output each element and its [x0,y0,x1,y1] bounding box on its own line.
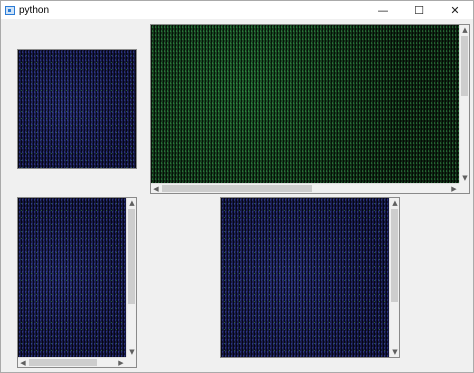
window-title: python [19,4,50,16]
minimize-icon: — [377,3,389,17]
image-panel-bottom-right[interactable]: ▲ ▼ [220,197,400,358]
vertical-scrollbar[interactable]: ▲ ▼ [389,198,399,357]
scroll-up-icon[interactable]: ▲ [460,25,469,35]
scroll-up-icon[interactable]: ▲ [127,198,136,208]
scroll-thumb[interactable] [29,359,97,366]
maximize-button[interactable]: ☐ [401,1,437,19]
scroll-thumb[interactable] [162,185,312,192]
scroll-right-icon[interactable]: ▶ [116,358,126,367]
python-window-icon [5,5,15,15]
scroll-thumb[interactable] [391,209,398,302]
close-button[interactable]: ✕ [437,1,473,19]
blue-matrix-glyphs [221,198,389,357]
scroll-left-icon[interactable]: ◀ [18,358,28,367]
green-matrix-glyphs [151,25,459,183]
scroll-up-icon[interactable]: ▲ [390,198,399,208]
scroll-corner [459,183,469,193]
minimize-button[interactable]: — [365,1,401,19]
scroll-thumb[interactable] [128,209,135,304]
horizontal-scrollbar[interactable]: ◀ ▶ [18,357,126,367]
blue-matrix-glyphs [18,50,136,168]
image-panel-bottom-left[interactable]: ▲ ▼ ◀ ▶ [17,197,137,368]
window-controls: — ☐ ✕ [365,1,473,19]
app-window: python — ☐ ✕ ▲ ▼ ◀ ▶ ▲ ▼ ◀ ▶ ▲ ▼ [0,0,474,373]
vertical-scrollbar[interactable]: ▲ ▼ [459,25,469,183]
horizontal-scrollbar[interactable]: ◀ ▶ [151,183,459,193]
scroll-down-icon[interactable]: ▼ [460,173,469,183]
maximize-icon: ☐ [414,3,424,17]
close-icon: ✕ [450,3,460,17]
scroll-down-icon[interactable]: ▼ [390,347,399,357]
scroll-left-icon[interactable]: ◀ [151,184,161,193]
scroll-thumb[interactable] [461,36,468,96]
blue-matrix-glyphs [18,198,126,357]
image-panel-small-top-left[interactable] [17,49,137,169]
scroll-right-icon[interactable]: ▶ [449,184,459,193]
scroll-down-icon[interactable]: ▼ [127,347,136,357]
image-panel-large-top-right[interactable]: ▲ ▼ ◀ ▶ [150,24,470,194]
vertical-scrollbar[interactable]: ▲ ▼ [126,198,136,357]
title-bar[interactable]: python — ☐ ✕ [1,1,473,19]
scroll-corner [126,357,136,367]
